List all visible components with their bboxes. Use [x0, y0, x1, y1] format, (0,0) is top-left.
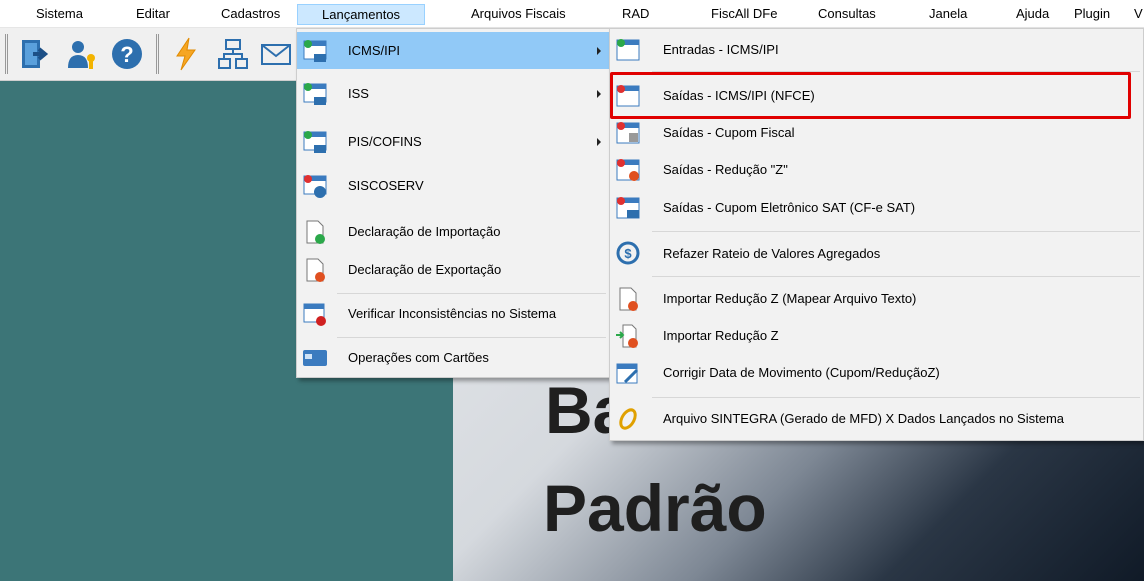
calendar-edit-icon [616, 363, 639, 383]
menu-ajuda[interactable]: Ajuda [1016, 5, 1049, 23]
background-text-line2: Padrão [543, 471, 767, 545]
warning-window-icon [303, 303, 326, 326]
menu-item-declaracao-importacao[interactable]: Declaração de Importação [297, 213, 609, 250]
toolbar-separator [156, 34, 159, 74]
menu-item-corrigir-data-movimento[interactable]: Corrigir Data de Movimento (Cupom/Reduçã… [610, 354, 1143, 391]
menu-item-entradas-icms-ipi[interactable]: Entradas - ICMS/IPI [610, 31, 1143, 68]
menu-item-verificar-inconsistencias[interactable]: Verificar Inconsistências no Sistema [297, 295, 609, 332]
sintegra-icon [619, 407, 637, 430]
menu-rad[interactable]: RAD [622, 5, 649, 23]
menu-lancamentos[interactable]: Lançamentos [297, 4, 426, 25]
menu-consultas[interactable]: Consultas [818, 5, 876, 23]
submenu-arrow-icon [597, 89, 601, 98]
doc-z-icon [619, 287, 638, 311]
table-iss-icon [303, 82, 327, 105]
submenu-arrow-icon [597, 137, 601, 146]
submenu-arrow-icon [597, 46, 601, 55]
menu-separator [337, 293, 606, 294]
menu-separator [337, 337, 606, 338]
menu-plugin[interactable]: Plugin [1074, 5, 1110, 23]
menu-item-label: ISS [348, 86, 369, 101]
menu-separator [652, 276, 1140, 277]
toolbar-grip[interactable] [5, 34, 8, 74]
table-entry-icon [616, 38, 640, 60]
table-icms-icon [303, 39, 327, 62]
menu-item-label: Declaração de Exportação [348, 262, 502, 277]
menu-fiscall-dfe[interactable]: FiscAll DFe [711, 5, 777, 23]
org-chart-icon[interactable] [213, 34, 253, 74]
menu-item-pis-cofins[interactable]: PIS/COFINS [297, 123, 609, 160]
menu-item-arquivo-sintegra[interactable]: Arquivo SINTEGRA (Gerado de MFD) X Dados… [610, 400, 1143, 437]
menu-item-label: Arquivo SINTEGRA (Gerado de MFD) X Dados… [663, 411, 1065, 426]
menu-item-iss[interactable]: ISS [297, 75, 609, 112]
svg-text:$: $ [624, 246, 632, 261]
envelope-icon[interactable] [256, 34, 296, 74]
menu-item-saidas-reducao-z[interactable]: Saídas - Redução "Z" [610, 151, 1143, 188]
menu-item-saidas-cupom-fiscal[interactable]: Saídas - Cupom Fiscal [610, 114, 1143, 151]
table-coupon-icon [616, 121, 640, 143]
highlight-box [610, 72, 1131, 119]
import-z-icon [616, 324, 638, 348]
lancamentos-menu: ICMS/IPI ISS PIS/COFINS SISCOSERV Declar… [296, 28, 610, 378]
menu-cadastros[interactable]: Cadastros [221, 5, 280, 23]
menu-item-label: ICMS/IPI [348, 43, 401, 58]
doc-import-icon [306, 220, 325, 244]
menu-item-icms-ipi[interactable]: ICMS/IPI [297, 32, 609, 69]
menu-item-label: SISCOSERV [348, 178, 424, 193]
menu-arquivos-fiscais[interactable]: Arquivos Fiscais [471, 5, 566, 23]
table-siscoserv-icon [303, 174, 327, 198]
menu-item-saidas-cfe-sat[interactable]: Saídas - Cupom Eletrônico SAT (CF-e SAT) [610, 189, 1143, 226]
table-z-icon [616, 158, 640, 181]
menu-item-label: Operações com Cartões [348, 350, 489, 365]
menu-item-declaracao-exportacao[interactable]: Declaração de Exportação [297, 251, 609, 288]
card-icon [303, 349, 327, 366]
menu-item-label: Declaração de Importação [348, 224, 501, 239]
menu-item-operacoes-cartoes[interactable]: Operações com Cartões [297, 340, 609, 375]
doc-export-icon [306, 258, 325, 282]
dollar-refresh-icon: $ [616, 241, 640, 265]
menu-bar: Sistema Editar Cadastros Lançamentos Arq… [0, 0, 1144, 28]
menu-item-label: Importar Redução Z (Mapear Arquivo Texto… [663, 291, 917, 306]
menu-separator [652, 397, 1140, 398]
menu-item-label: Corrigir Data de Movimento (Cupom/Reduçã… [663, 365, 940, 380]
menu-item-siscoserv[interactable]: SISCOSERV [297, 167, 609, 204]
help-icon[interactable]: ? [107, 34, 147, 74]
menu-item-label: Refazer Rateio de Valores Agregados [663, 245, 881, 261]
table-pis-icon [303, 130, 327, 153]
menu-item-importar-reducao-z-mapear[interactable]: Importar Redução Z (Mapear Arquivo Texto… [610, 280, 1143, 317]
menu-sistema[interactable]: Sistema [36, 5, 83, 23]
menu-item-label: Importar Redução Z [663, 328, 779, 343]
table-sat-icon [616, 196, 640, 218]
menu-janela[interactable]: Janela [929, 5, 967, 23]
exit-icon[interactable] [15, 34, 55, 74]
menu-item-refazer-rateio[interactable]: $ Refazer Rateio de Valores Agregados [610, 234, 1143, 272]
menu-item-label: PIS/COFINS [348, 134, 422, 149]
menu-separator [652, 231, 1140, 232]
menu-item-importar-reducao-z[interactable]: Importar Redução Z [610, 317, 1143, 354]
menu-item-label: Saídas - Cupom Fiscal [663, 125, 795, 140]
menu-v[interactable]: V [1134, 5, 1143, 23]
users-key-icon[interactable] [62, 34, 102, 74]
menu-editar[interactable]: Editar [136, 5, 170, 23]
lightning-icon[interactable] [166, 34, 206, 74]
menu-item-label: Verificar Inconsistências no Sistema [348, 306, 557, 321]
menu-item-label: Saídas - Redução "Z" [663, 162, 788, 177]
menu-item-label: Entradas - ICMS/IPI [663, 42, 779, 57]
menu-item-label: Saídas - Cupom Eletrônico SAT (CF-e SAT) [663, 200, 916, 215]
svg-text:?: ? [120, 42, 133, 67]
